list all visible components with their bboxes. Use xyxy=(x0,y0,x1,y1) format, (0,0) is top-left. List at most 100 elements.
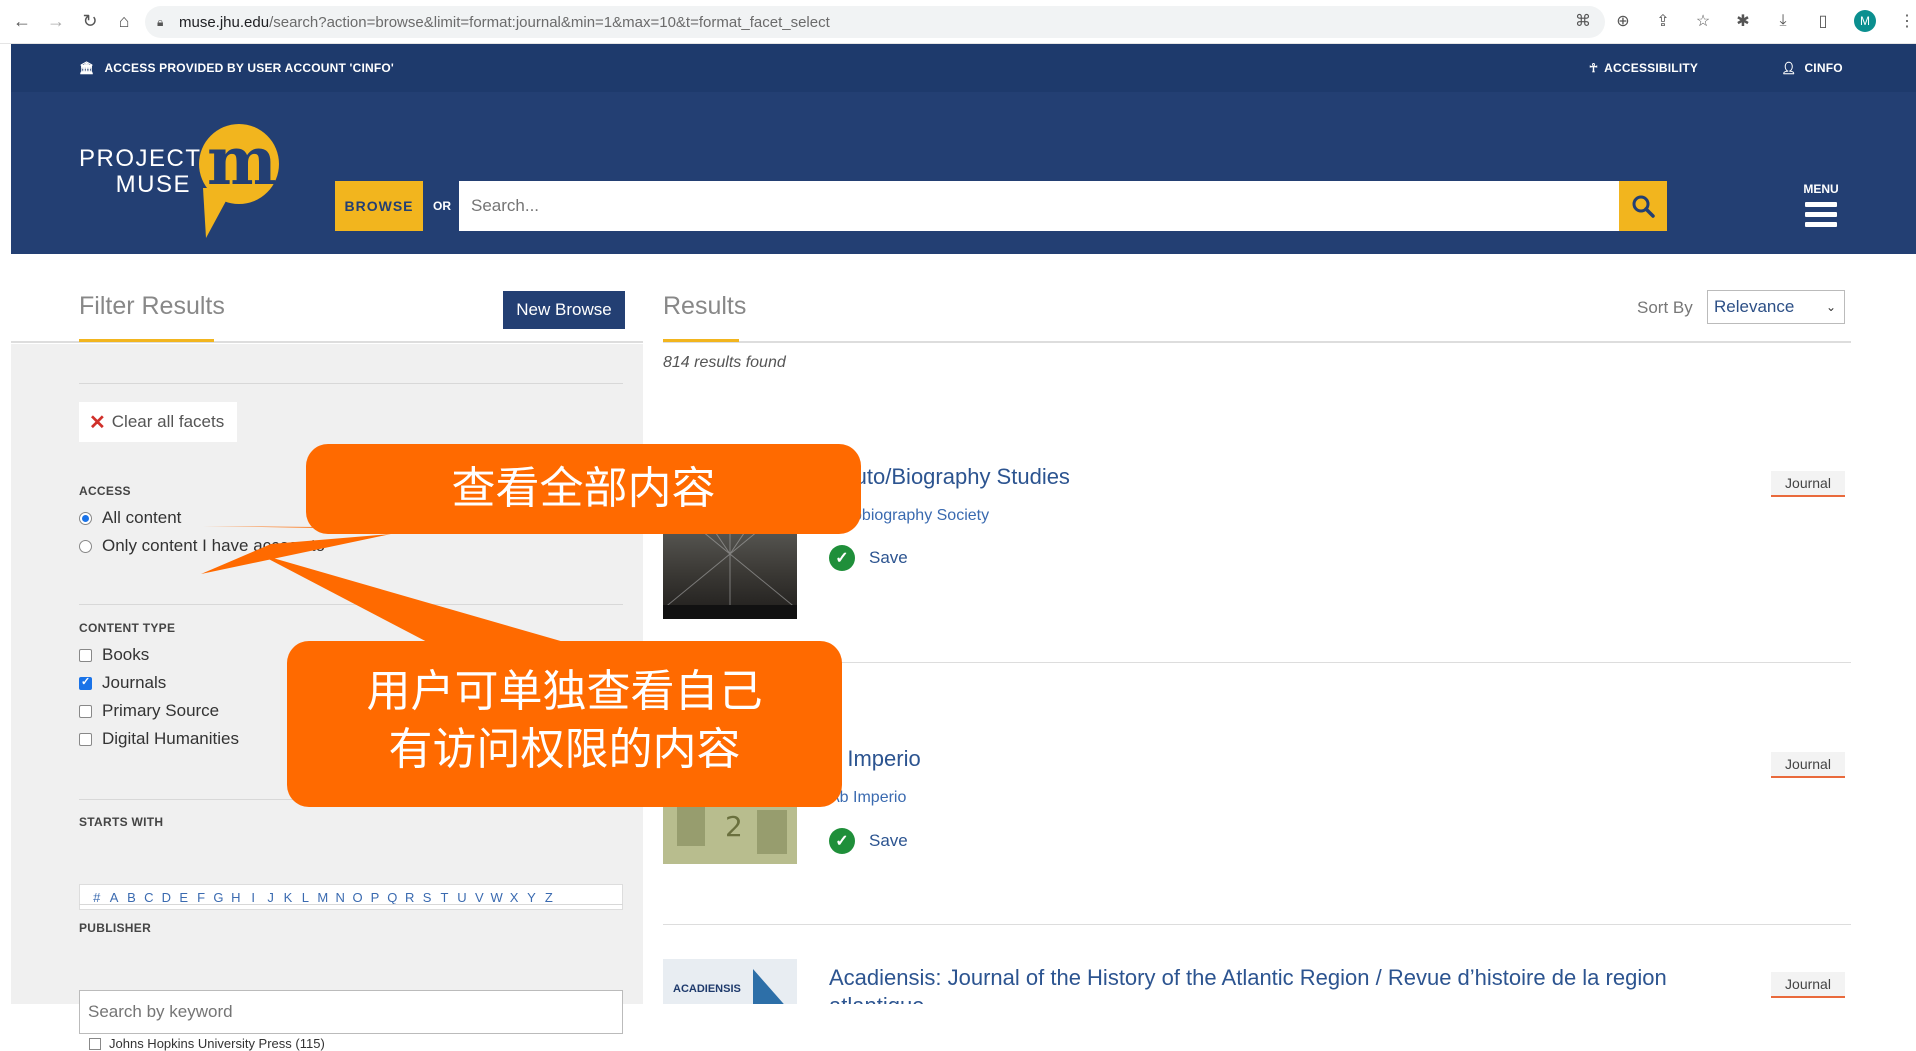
cover-art-icon xyxy=(753,969,784,1004)
access-option-all[interactable]: All content xyxy=(79,508,181,528)
starts-with-letter[interactable]: O xyxy=(349,890,366,905)
check-circle-icon: ✓ xyxy=(829,545,855,571)
content-type-badge: Journal xyxy=(1771,752,1845,778)
starts-with-letter[interactable]: # xyxy=(88,890,105,905)
new-browse-button[interactable]: New Browse xyxy=(503,291,625,329)
starts-with-letter[interactable]: X xyxy=(505,890,522,905)
result-title-link[interactable]: : Auto/Biography Studies xyxy=(829,464,1070,490)
result-title-link[interactable]: Acadiensis: Journal of the History of th… xyxy=(829,964,1759,1004)
browser-toolbar: ← → ↻ ⌂ 🔒︎ muse.jhu.edu/search?action=br… xyxy=(0,0,1916,44)
sort-select[interactable]: Relevance ⌄ xyxy=(1707,290,1845,324)
publisher-search-input[interactable] xyxy=(79,990,623,1034)
starts-with-letter[interactable]: V xyxy=(471,890,488,905)
starts-with-letter[interactable]: W xyxy=(488,890,505,905)
project-muse-logo[interactable]: PROJECT MUSE m xyxy=(79,122,299,238)
site-search-input[interactable] xyxy=(459,181,1619,231)
share-icon[interactable]: ⇪ xyxy=(1654,11,1672,31)
accessibility-link[interactable]: ☥ ACCESSIBILITY xyxy=(1589,61,1698,75)
content-type-journals[interactable]: Journals xyxy=(79,673,166,693)
starts-with-letter[interactable]: H xyxy=(227,890,244,905)
save-button[interactable]: ✓ Save xyxy=(829,545,908,571)
back-arrow-icon[interactable]: ← xyxy=(10,10,34,34)
starts-with-letter[interactable]: K xyxy=(279,890,296,905)
zoom-icon[interactable]: ⊕ xyxy=(1614,11,1632,31)
starts-with-letter[interactable]: U xyxy=(453,890,470,905)
checkbox-unchecked[interactable] xyxy=(89,1037,101,1050)
chevron-down-icon: ⌄ xyxy=(1825,300,1836,314)
bookmark-star-icon[interactable]: ☆ xyxy=(1694,11,1712,31)
starts-with-letter[interactable]: R xyxy=(401,890,418,905)
more-menu-icon[interactable]: ⋮ xyxy=(1898,11,1916,31)
checkbox-unchecked[interactable] xyxy=(79,648,92,662)
site-header: PROJECT MUSE m BROWSE OR MENU xyxy=(11,92,1916,254)
starts-with-letter[interactable]: E xyxy=(175,890,192,905)
starts-with-letter[interactable]: Q xyxy=(384,890,401,905)
starts-with-letter[interactable]: I xyxy=(245,890,262,905)
save-label: Save xyxy=(869,831,908,850)
checkbox-checked[interactable] xyxy=(79,675,92,690)
content-type-label-text: Books xyxy=(102,645,150,664)
menu-button[interactable]: MENU xyxy=(1801,182,1841,232)
content-type-digital-humanities[interactable]: Digital Humanities xyxy=(79,729,239,749)
browser-action-icons: ⌘ ⊕ ⇪ ☆ ✱ ⤓ ▯ M ⋮ xyxy=(1574,10,1916,32)
callout-line: 有访问权限的内容 xyxy=(388,724,741,775)
starts-with-letter[interactable]: F xyxy=(192,890,209,905)
radio-unselected[interactable] xyxy=(79,539,92,553)
content-type-label: CONTENT TYPE xyxy=(79,621,176,635)
starts-with-letter[interactable]: M xyxy=(314,890,331,905)
logo-line1: PROJECT xyxy=(79,145,202,172)
radio-selected[interactable] xyxy=(79,511,92,525)
starts-with-letter[interactable]: T xyxy=(436,890,453,905)
user-account-link[interactable]: 👤︎ CINFO xyxy=(1781,61,1843,75)
side-panel-icon[interactable]: ▯ xyxy=(1814,11,1832,31)
starts-with-letter[interactable]: G xyxy=(210,890,227,905)
home-icon[interactable]: ⌂ xyxy=(112,10,136,34)
clear-all-facets-button[interactable]: ✕ Clear all facets xyxy=(79,402,237,442)
starts-with-letter[interactable]: A xyxy=(105,890,122,905)
starts-with-letter[interactable]: C xyxy=(140,890,157,905)
close-icon: ✕ xyxy=(89,411,106,434)
extensions-icon[interactable]: ✱ xyxy=(1734,11,1752,31)
publisher-item[interactable]: Johns Hopkins University Press (115) xyxy=(89,1036,325,1051)
project-muse-page: 🏛︎ ACCESS PROVIDED BY USER ACCOUNT 'CINF… xyxy=(11,44,1916,1051)
starts-with-letter[interactable]: J xyxy=(262,890,279,905)
search-icon xyxy=(1632,195,1655,218)
forward-arrow-icon[interactable]: → xyxy=(44,10,68,34)
access-option-label: All content xyxy=(102,508,182,527)
logo-circle: m xyxy=(199,122,279,204)
result-divider xyxy=(663,924,1851,925)
profile-avatar[interactable]: M xyxy=(1854,10,1876,32)
browse-button[interactable]: BROWSE xyxy=(335,181,423,231)
starts-with-letter[interactable]: Y xyxy=(523,890,540,905)
starts-with-letter[interactable]: N xyxy=(331,890,348,905)
search-button[interactable] xyxy=(1619,181,1667,231)
starts-with-letter[interactable]: L xyxy=(297,890,314,905)
checkbox-unchecked[interactable] xyxy=(79,704,92,718)
annotation-callout: 查看全部内容 xyxy=(306,444,861,534)
access-option-label: Only content I have access to xyxy=(102,536,326,555)
translate-icon[interactable]: ⌘ xyxy=(1574,11,1592,31)
reload-icon[interactable]: ↻ xyxy=(78,10,102,34)
starts-with-letter[interactable]: B xyxy=(123,890,140,905)
starts-with-letter[interactable]: D xyxy=(158,890,175,905)
results-title-underline xyxy=(663,339,739,342)
access-option-mine[interactable]: Only content I have access to xyxy=(79,536,325,556)
svg-text:2: 2 xyxy=(725,810,743,843)
logo-wordmark: PROJECT MUSE xyxy=(79,145,202,198)
content-type-books[interactable]: Books xyxy=(79,645,149,665)
content-type-primary-source[interactable]: Primary Source xyxy=(79,701,219,721)
starts-with-letter[interactable]: P xyxy=(366,890,383,905)
starts-with-letter[interactable]: S xyxy=(418,890,435,905)
accessibility-label: ACCESSIBILITY xyxy=(1604,61,1699,75)
user-name: CINFO xyxy=(1804,61,1843,75)
save-button[interactable]: ✓ Save xyxy=(829,828,908,854)
checkbox-unchecked[interactable] xyxy=(79,732,92,746)
starts-with-letter[interactable]: Z xyxy=(540,890,557,905)
url-path: /search?action=browse&limit=format:journ… xyxy=(269,13,830,31)
cover-image[interactable]: ACADIENSIS xyxy=(663,959,797,1004)
content-type-label-text: Digital Humanities xyxy=(102,729,239,748)
download-icon[interactable]: ⤓ xyxy=(1774,12,1792,30)
address-bar[interactable]: 🔒︎ muse.jhu.edu/search?action=browse&lim… xyxy=(145,6,1605,38)
save-label: Save xyxy=(869,548,908,567)
result-title-link[interactable]: b Imperio xyxy=(829,746,921,772)
